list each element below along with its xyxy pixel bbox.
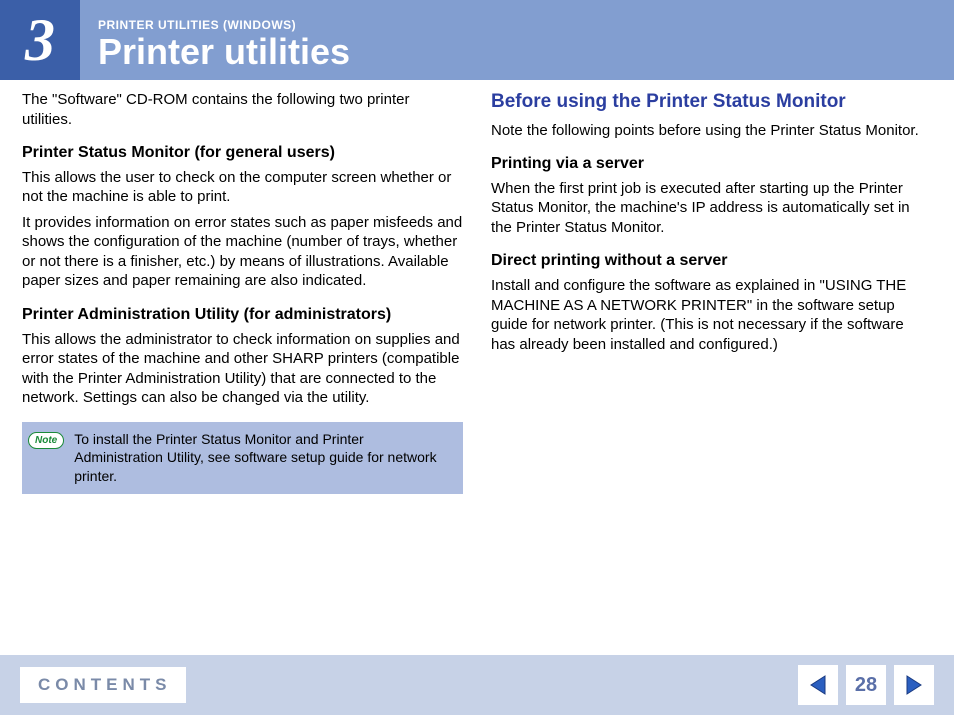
body-text: When the first print job is executed aft… xyxy=(491,179,932,238)
page-title: Printer utilities xyxy=(98,34,936,70)
footer-bar: CONTENTS 28 xyxy=(0,655,954,715)
note-callout: Note To install the Printer Status Monit… xyxy=(22,422,463,495)
contents-button[interactable]: CONTENTS xyxy=(20,667,186,703)
intro-text: The "Software" CD-ROM contains the follo… xyxy=(22,90,463,129)
right-column: Before using the Printer Status Monitor … xyxy=(491,90,932,640)
body-text: Install and configure the software as ex… xyxy=(491,276,932,354)
section-heading: Before using the Printer Status Monitor xyxy=(491,90,932,115)
breadcrumb: PRINTER UTILITIES (WINDOWS) xyxy=(98,18,936,32)
body-text: Note the following points before using t… xyxy=(491,121,932,141)
page-number: 28 xyxy=(846,665,886,705)
subheading-admin-utility: Printer Administration Utility (for admi… xyxy=(22,305,463,326)
next-page-button[interactable] xyxy=(894,665,934,705)
page-header: 3 PRINTER UTILITIES (WINDOWS) Printer ut… xyxy=(0,0,954,80)
body-text: This allows the user to check on the com… xyxy=(22,168,463,207)
arrow-left-icon xyxy=(807,674,829,696)
subheading-status-monitor: Printer Status Monitor (for general user… xyxy=(22,143,463,164)
body-text: This allows the administrator to check i… xyxy=(22,330,463,408)
note-text: To install the Printer Status Monitor an… xyxy=(74,430,453,487)
note-badge-icon: Note xyxy=(28,432,64,449)
left-column: The "Software" CD-ROM contains the follo… xyxy=(22,90,463,640)
subheading-server: Printing via a server xyxy=(491,154,932,175)
arrow-right-icon xyxy=(903,674,925,696)
header-text-block: PRINTER UTILITIES (WINDOWS) Printer util… xyxy=(80,0,954,80)
body-text: It provides information on error states … xyxy=(22,213,463,291)
chapter-number: 3 xyxy=(0,0,80,80)
subheading-direct: Direct printing without a server xyxy=(491,251,932,272)
prev-page-button[interactable] xyxy=(798,665,838,705)
content-area: The "Software" CD-ROM contains the follo… xyxy=(0,80,954,640)
